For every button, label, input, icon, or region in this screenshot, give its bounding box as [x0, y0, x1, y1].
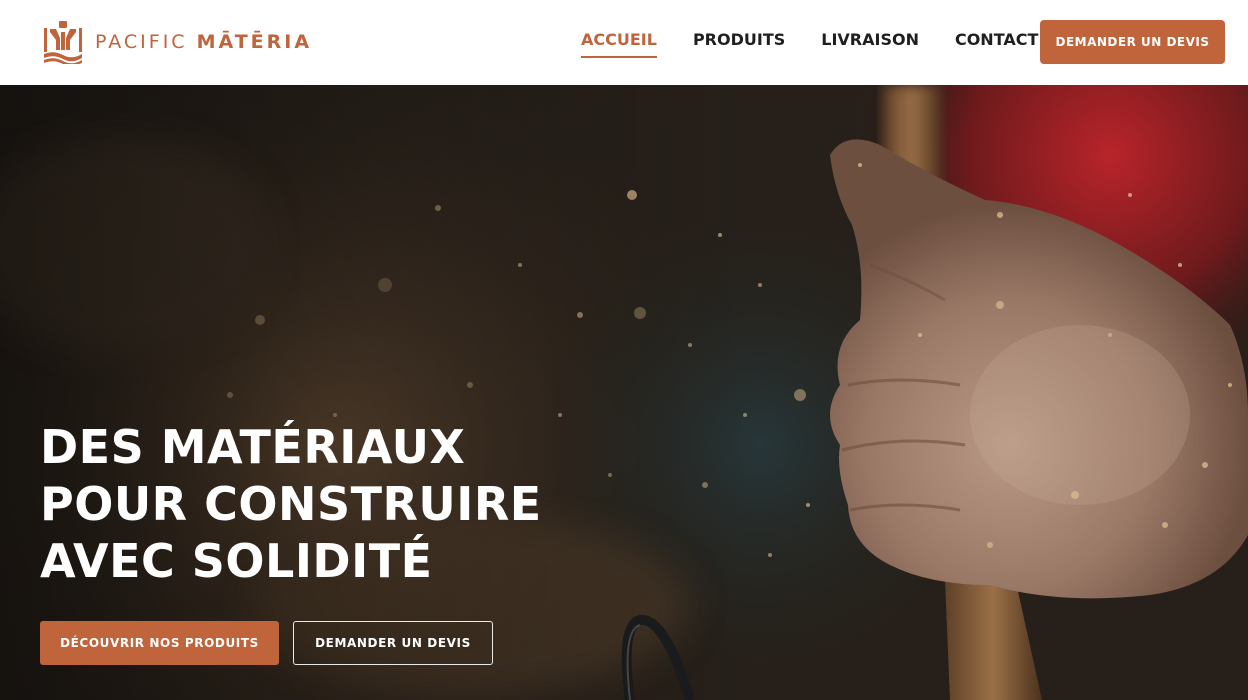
- site-header: PACIFIC MĀTĒRIA ACCUEIL PRODUITS LIVRAIS…: [0, 0, 1248, 85]
- brand-name-part1: PACIFIC: [95, 31, 188, 53]
- hero-title-line-2: POUR CONSTRUIRE: [40, 477, 542, 531]
- brand-name-part2: MĀTĒRIA: [196, 31, 313, 53]
- hero-section: DES MATÉRIAUX POUR CONSTRUIRE AVEC SOLID…: [0, 85, 1248, 700]
- hero-title-line-3: AVEC SOLIDITÉ: [40, 534, 433, 588]
- header-quote-button[interactable]: DEMANDER UN DEVIS: [1040, 20, 1225, 64]
- brand-logo[interactable]: PACIFIC MĀTĒRIA: [44, 19, 312, 65]
- hero-title-line-1: DES MATÉRIAUX: [40, 420, 466, 474]
- nav-item-accueil[interactable]: ACCUEIL: [581, 30, 657, 58]
- hero-quote-button[interactable]: DEMANDER UN DEVIS: [293, 621, 493, 665]
- nav-item-livraison[interactable]: LIVRAISON: [821, 30, 919, 56]
- brand-name: PACIFIC MĀTĒRIA: [95, 31, 312, 53]
- hero-background-image: [0, 85, 1248, 700]
- hero-title: DES MATÉRIAUX POUR CONSTRUIRE AVEC SOLID…: [40, 419, 542, 590]
- nav-item-produits[interactable]: PRODUITS: [693, 30, 785, 56]
- nav-item-contact[interactable]: CONTACT: [955, 30, 1038, 56]
- logo-icon: [44, 21, 82, 64]
- main-nav: ACCUEIL PRODUITS LIVRAISON CONTACT: [581, 30, 1074, 58]
- discover-products-button[interactable]: DÉCOUVRIR NOS PRODUITS: [40, 621, 279, 665]
